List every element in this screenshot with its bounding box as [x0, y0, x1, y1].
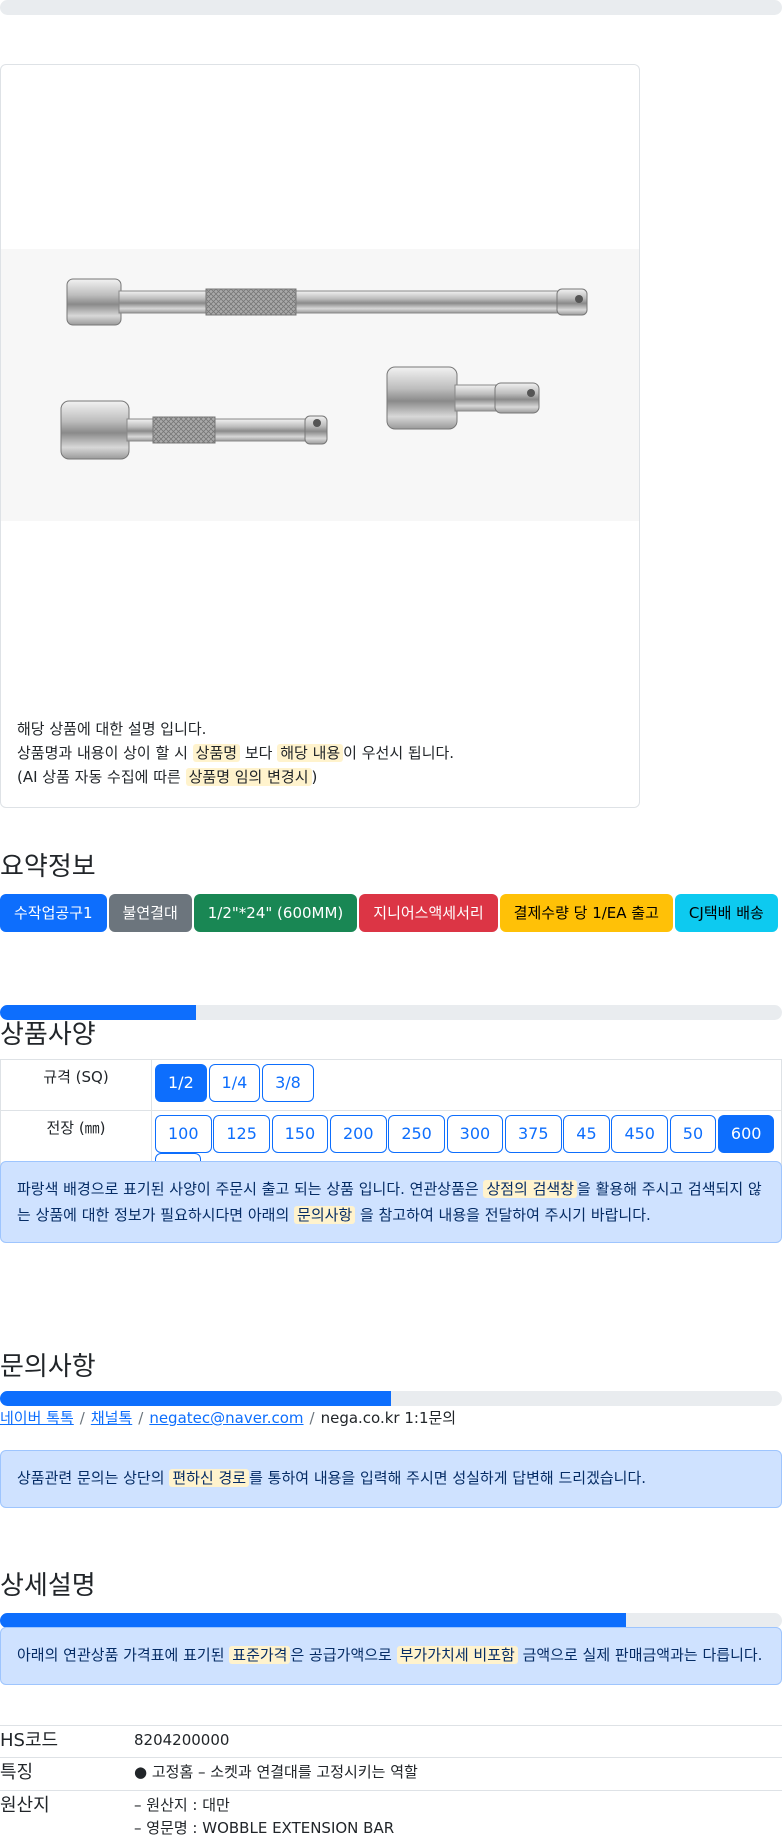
option-length-45[interactable]: 45 — [563, 1115, 610, 1153]
highlight-search: 상점의 검색창 — [483, 1180, 578, 1198]
option-length-450[interactable]: 450 — [611, 1115, 668, 1153]
channel-talk-link[interactable]: 채널톡 — [91, 1409, 132, 1427]
option-length-200[interactable]: 200 — [329, 1115, 387, 1153]
feature-value: ● 고정홈 – 소켓과 연결대를 고정시키는 역할 — [134, 1757, 782, 1791]
product-image-card: 해당 상품에 대한 설명 입니다. 상품명과 내용이 상이 할 시 상품명 보다… — [0, 64, 640, 808]
option-length-150[interactable]: 150 — [271, 1115, 329, 1153]
origin-english-name: – 영문명 : WOBBLE EXTENSION BAR — [134, 1819, 395, 1837]
badge-brand: 지니어스액세서리 — [359, 894, 498, 932]
option-sq-1-4[interactable]: 1/4 — [208, 1064, 261, 1102]
inquiry-title: 문의사항 — [0, 1352, 96, 1382]
inquiry-notice: 상품관련 문의는 상단의 편하신 경로 를 통하여 내용을 입력해 주시면 성실하… — [0, 1450, 782, 1508]
spec-options-standard: 1/2 1/4 3/8 — [151, 1059, 782, 1111]
option-length-50[interactable]: 50 — [669, 1115, 717, 1153]
option-length-300[interactable]: 300 — [446, 1115, 504, 1153]
hs-code-value: 8204200000 — [134, 1725, 782, 1758]
highlight-name-change: 상품명 임의 변경시 — [185, 768, 312, 786]
top-scroll-bar — [0, 0, 782, 15]
desc-line-3: (AI 상품 자동 수집에 따른 상품명 임의 변경시) — [17, 768, 318, 786]
badge-category: 수작업공구1 — [0, 894, 107, 932]
option-length-125[interactable]: 125 — [213, 1115, 270, 1153]
hs-code-label: HS코드 — [0, 1725, 134, 1758]
inquiry-links: 네이버 톡톡 / 채널톡 / negatec@naver.com / nega.co.kr … — [0, 1409, 457, 1427]
spec-label-standard: 규격 (SQ) — [0, 1059, 152, 1111]
details-notice: 아래의 연관상품 가격표에 표기된 표준가격 은 공급가액으로 부가가치세 비포함… — [0, 1627, 782, 1685]
highlight-product-name: 상품명 — [192, 744, 241, 762]
specs-progress — [0, 1005, 782, 1020]
highlight-inquiry: 문의사항 — [294, 1206, 356, 1224]
badge-quantity: 결제수량 당 1/EA 출고 — [499, 894, 673, 932]
extension-bar-illustration — [60, 278, 588, 460]
highlight-vat: 부가가치세 비포함 — [396, 1646, 518, 1664]
feature-label: 특징 — [0, 1757, 134, 1791]
site-inquiry-text: nega.co.kr 1:1문의 — [320, 1409, 457, 1427]
option-length-100[interactable]: 100 — [155, 1115, 212, 1153]
details-info-table: HS코드 8204200000 특징 ● 고정홈 – 소켓과 연결대를 고정시키… — [0, 1725, 782, 1840]
option-length-600[interactable]: 600 — [717, 1115, 775, 1153]
origin-country: – 원산지 : 대만 — [134, 1796, 230, 1814]
option-length-250[interactable]: 250 — [388, 1115, 445, 1153]
product-photo — [1, 249, 639, 521]
summary-title: 요약정보 — [0, 852, 96, 882]
desc-line-1: 해당 상품에 대한 설명 입니다. — [17, 720, 207, 738]
option-length-375[interactable]: 375 — [504, 1115, 562, 1153]
badge-shipping: CJ택배 배송 — [674, 894, 778, 932]
highlight-standard-price: 표준가격 — [229, 1646, 291, 1664]
specs-notice: 파랑색 배경으로 표기된 사양이 주문시 출고 되는 상품 입니다. 연관상품은… — [0, 1161, 782, 1243]
details-progress — [0, 1613, 782, 1628]
highlight-content: 해당 내용 — [277, 744, 344, 762]
summary-badges: 수작업공구1 불연결대 1/2"*24" (600MM) 지니어스액세서리 결제… — [0, 894, 778, 932]
badge-size: 1/2"*24" (600MM) — [193, 894, 358, 932]
option-sq-3-8[interactable]: 3/8 — [262, 1064, 314, 1102]
email-link[interactable]: negatec@naver.com — [149, 1409, 303, 1427]
option-sq-1-2[interactable]: 1/2 — [155, 1064, 207, 1102]
inquiry-progress — [0, 1391, 782, 1406]
image-card-description: 해당 상품에 대한 설명 입니다. 상품명과 내용이 상이 할 시 상품명 보다… — [17, 717, 627, 789]
origin-value: – 원산지 : 대만 – 영문명 : WOBBLE EXTENSION BAR — [134, 1790, 782, 1840]
naver-talk-link[interactable]: 네이버 톡톡 — [0, 1409, 74, 1427]
specs-title: 상품사양 — [0, 1020, 96, 1050]
desc-line-2: 상품명과 내용이 상이 할 시 상품명 보다 해당 내용 이 우선시 됩니다. — [17, 744, 455, 762]
origin-label: 원산지 — [0, 1790, 134, 1840]
badge-type: 불연결대 — [108, 894, 192, 932]
details-title: 상세설명 — [0, 1571, 96, 1601]
highlight-route: 편하신 경로 — [169, 1469, 250, 1487]
